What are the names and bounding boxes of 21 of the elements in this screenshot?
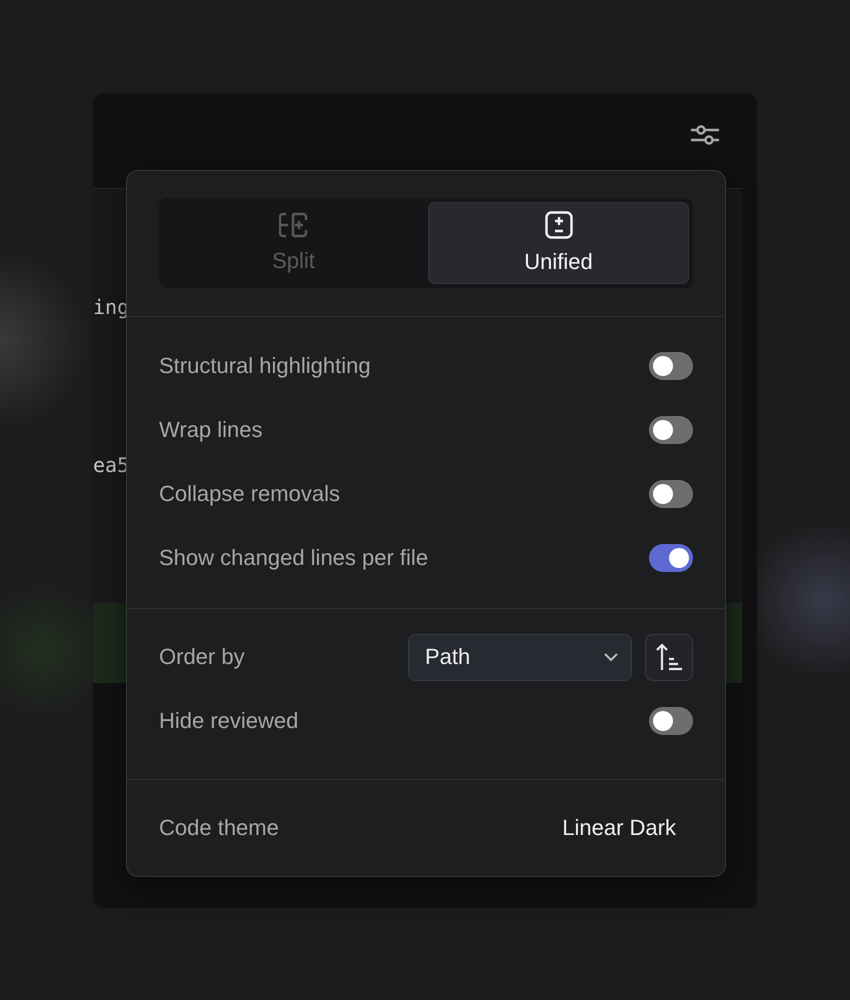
unified-view-icon bbox=[544, 211, 572, 239]
toggle-switch[interactable] bbox=[649, 544, 693, 572]
order-select[interactable]: Path bbox=[408, 634, 632, 680]
code-theme-value[interactable]: Linear Dark bbox=[562, 815, 676, 841]
view-mode-tab[interactable]: Unified bbox=[428, 202, 689, 284]
toggle-switch[interactable] bbox=[649, 707, 693, 735]
sort-ascending-icon bbox=[654, 642, 684, 672]
toggle-switch[interactable] bbox=[649, 352, 693, 380]
chevron-down-icon bbox=[603, 652, 619, 662]
option-label: Structural highlighting bbox=[159, 353, 371, 379]
toggle-switch[interactable] bbox=[649, 480, 693, 508]
option-label: Code theme bbox=[159, 815, 279, 841]
sort-direction-button[interactable] bbox=[645, 634, 693, 680]
toggle-switch[interactable] bbox=[649, 416, 693, 444]
split-view-icon bbox=[278, 212, 308, 238]
option-label: Order by bbox=[159, 644, 245, 670]
settings-icon[interactable] bbox=[690, 123, 720, 147]
option-label: Wrap lines bbox=[159, 417, 263, 443]
option-label: Collapse removals bbox=[159, 481, 340, 507]
option-label: Show changed lines per file bbox=[159, 545, 428, 571]
option-label: Hide reviewed bbox=[159, 708, 298, 734]
